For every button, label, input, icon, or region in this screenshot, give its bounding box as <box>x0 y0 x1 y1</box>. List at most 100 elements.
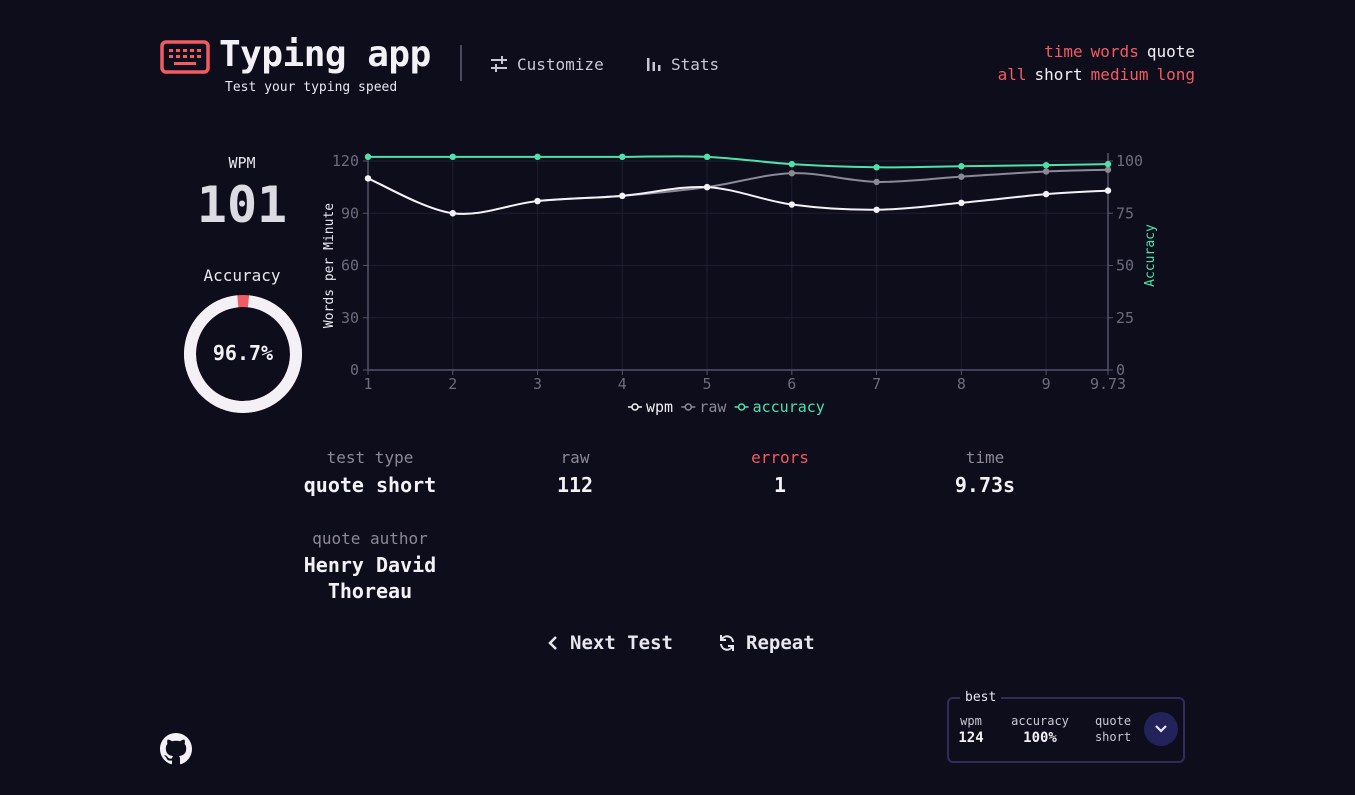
data-point-wpm <box>703 183 711 191</box>
data-point-accuracy <box>873 164 880 171</box>
chevron-down-icon <box>1155 725 1167 733</box>
data-point-accuracy <box>364 153 372 161</box>
best-mode-type: quote <box>1094 714 1132 728</box>
test-type-label: test type <box>326 448 414 467</box>
github-icon[interactable] <box>160 733 192 765</box>
legend-item-accuracy: accuracy <box>734 398 825 416</box>
wpm-value: 101 <box>196 176 288 234</box>
stats-button[interactable]: Stats <box>645 52 719 76</box>
y2-tick-label: 50 <box>1116 257 1134 275</box>
best-accuracy: accuracy 100% <box>1006 714 1074 746</box>
header-divider <box>460 45 462 81</box>
mode-type-selector: time words quote <box>1044 42 1195 61</box>
data-point-accuracy <box>788 160 796 168</box>
mode-quote[interactable]: quote <box>1147 42 1195 61</box>
test-type-stat: test type quote short <box>290 448 450 497</box>
stats-label: Stats <box>671 54 720 74</box>
y-axis-label: Words per Minute <box>322 203 337 328</box>
next-test-button[interactable]: Next Test <box>546 632 673 654</box>
customize-button[interactable]: Customize <box>489 52 604 76</box>
y-tick-label: 60 <box>341 257 359 275</box>
data-point-accuracy <box>703 153 711 161</box>
data-point-accuracy <box>534 153 541 161</box>
best-accuracy-label: accuracy <box>1011 714 1069 728</box>
x-tick-label: 2 <box>448 375 457 393</box>
length-medium[interactable]: medium <box>1091 65 1149 84</box>
best-mode: quote short <box>1088 714 1138 744</box>
y2-axis-label: Accuracy <box>1143 224 1158 287</box>
data-point-raw <box>1042 168 1050 175</box>
legend-label: wpm <box>646 398 673 416</box>
data-point-wpm <box>958 199 965 206</box>
data-point-accuracy <box>1104 160 1112 168</box>
errors-value: 1 <box>773 473 787 497</box>
series-line-wpm <box>367 177 1109 215</box>
data-point-wpm <box>1042 190 1050 198</box>
mode-words[interactable]: words <box>1091 42 1139 61</box>
length-all[interactable]: all <box>998 65 1027 84</box>
quote-author-line-1: Henry David <box>303 553 437 577</box>
test-type-value: quote short <box>303 473 437 497</box>
errors-label: errors <box>751 448 809 467</box>
app-subtitle: Test your typing speed <box>225 80 398 95</box>
accuracy-value: 96.7% <box>212 341 274 365</box>
legend-item-raw: raw <box>681 398 727 416</box>
repeat-button[interactable]: Repeat <box>718 632 815 654</box>
length-long[interactable]: long <box>1156 65 1195 84</box>
x-tick-label: 3 <box>533 375 542 393</box>
data-point-raw <box>958 173 965 180</box>
x-tick-label: 8 <box>957 375 966 393</box>
data-point-wpm <box>534 197 541 205</box>
best-wpm-value: 124 <box>958 730 984 746</box>
y-tick-label: 90 <box>341 204 359 222</box>
legend-swatch-marker <box>684 403 693 411</box>
best-wpm-label: wpm <box>960 714 982 728</box>
raw-stat: raw 112 <box>515 448 635 497</box>
length-short[interactable]: short <box>1035 65 1083 84</box>
data-point-accuracy <box>449 153 456 161</box>
y-tick-label: 0 <box>350 361 359 379</box>
data-point-raw <box>1104 166 1112 173</box>
quote-author-line-2: Thoreau <box>327 579 413 603</box>
data-point-wpm <box>449 210 456 217</box>
repeat-label: Repeat <box>746 632 815 654</box>
best-legend: best <box>960 690 1002 705</box>
x-tick-label: 4 <box>618 375 627 393</box>
data-point-wpm <box>619 192 626 200</box>
keyboard-icon <box>160 40 210 74</box>
bar-chart-icon <box>647 58 661 71</box>
quote-author-label: quote author <box>312 529 428 548</box>
expand-best-button[interactable] <box>1144 712 1178 746</box>
errors-stat: errors 1 <box>720 448 840 497</box>
y2-tick-label: 75 <box>1116 204 1134 222</box>
series-line-accuracy <box>367 155 1109 169</box>
x-tick-label: 7 <box>872 375 881 393</box>
series-accuracy <box>364 153 1112 171</box>
time-label: time <box>965 448 1005 467</box>
data-point-raw <box>873 178 880 186</box>
legend-swatch-marker <box>737 403 746 411</box>
quote-length-selector: all short medium long <box>998 65 1195 84</box>
customize-label: Customize <box>517 54 604 74</box>
time-stat: time 9.73s <box>925 448 1045 497</box>
y-tick-label: 30 <box>341 309 359 327</box>
raw-label: raw <box>560 448 590 467</box>
quote-author-stat: quote author Henry David Thoreau <box>290 529 450 604</box>
y2-tick-label: 100 <box>1116 152 1143 170</box>
legend-swatch-marker <box>631 403 639 411</box>
y-tick-label: 120 <box>332 152 359 170</box>
accuracy-label: Accuracy <box>203 266 281 285</box>
data-point-wpm <box>364 175 372 182</box>
sliders-icon <box>491 56 507 72</box>
x-tick-label: 9 <box>1042 375 1051 393</box>
wpm-label: WPM <box>228 154 256 172</box>
mode-time[interactable]: time <box>1044 42 1083 61</box>
chevron-left-icon <box>548 636 557 650</box>
time-value: 9.73s <box>954 473 1016 497</box>
best-accuracy-value: 100% <box>1023 730 1057 746</box>
quote-author-value: Henry David Thoreau <box>290 552 450 604</box>
data-point-wpm <box>1104 187 1112 194</box>
app-title: Typing app <box>219 34 431 75</box>
data-point-wpm <box>873 206 880 213</box>
data-point-wpm <box>788 201 796 208</box>
